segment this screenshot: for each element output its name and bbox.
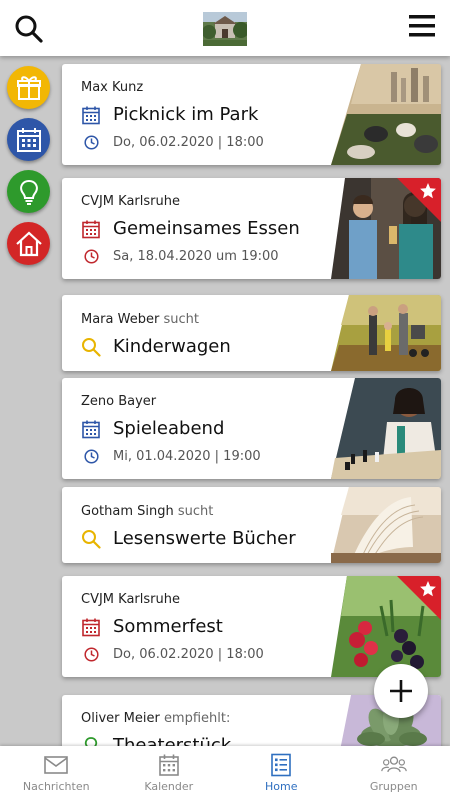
clock-icon	[84, 647, 99, 662]
nav-item-calendar[interactable]: Kalender	[113, 746, 226, 800]
card-author: Zeno Bayer	[81, 394, 157, 409]
clock-icon	[84, 449, 99, 464]
home-icon	[15, 231, 42, 256]
picnic-park-photo	[331, 64, 441, 165]
calendar-icon	[82, 618, 100, 636]
calendar-icon	[82, 106, 100, 124]
nav-label: Nachrichten	[22, 780, 90, 793]
feed-card[interactable]: CVJM Karlsruhe Gemeinsames Essen Sa, 18.…	[62, 178, 441, 279]
card-author: Gotham Singh sucht	[81, 504, 214, 519]
lightbulb-icon	[84, 736, 98, 746]
card-title-row: Sommerfest	[81, 616, 223, 637]
calendar-icon	[82, 420, 100, 438]
card-title: Theaterstück	[113, 735, 232, 746]
card-title-row: Gemeinsames Essen	[81, 218, 300, 239]
card-date-row: Sa, 18.04.2020 um 19:00	[84, 249, 279, 264]
card-date: Sa, 18.04.2020 um 19:00	[113, 249, 279, 264]
feed: Max Kunz Picknick im Park Do, 06.02.2020…	[56, 56, 450, 746]
clock-icon	[84, 249, 99, 264]
card-title: Gemeinsames Essen	[113, 218, 300, 239]
feed-card[interactable]: Gotham Singh sucht Lesenswerte Bücher	[62, 487, 441, 563]
card-title: Sommerfest	[113, 616, 223, 637]
family-stroller-photo	[331, 295, 441, 371]
nav-label: Gruppen	[369, 780, 418, 793]
calendar-icon	[158, 754, 179, 776]
sidebar-item-calendar[interactable]	[7, 118, 50, 161]
add-button[interactable]	[374, 664, 428, 718]
open-book-photo	[331, 487, 441, 563]
gift-icon	[16, 75, 41, 100]
nav-label: Home	[265, 780, 298, 793]
search-icon[interactable]	[14, 14, 44, 44]
card-title: Spieleabend	[113, 418, 225, 439]
plus-icon	[390, 680, 412, 702]
card-date-row: Do, 06.02.2020 | 18:00	[84, 135, 264, 150]
nav-item-groups[interactable]: Gruppen	[338, 746, 450, 800]
clock-icon	[84, 135, 99, 150]
card-date: Do, 06.02.2020 | 18:00	[113, 647, 264, 662]
app-logo[interactable]	[203, 12, 247, 46]
card-title: Kinderwagen	[113, 336, 231, 357]
calendar-icon	[82, 220, 100, 238]
feed-card[interactable]: Max Kunz Picknick im Park Do, 06.02.2020…	[62, 64, 441, 165]
card-date: Do, 06.02.2020 | 18:00	[113, 135, 264, 150]
card-author: CVJM Karlsruhe	[81, 592, 180, 607]
card-date-row: Do, 06.02.2020 | 18:00	[84, 647, 264, 662]
card-title-row: Lesenswerte Bücher	[81, 528, 296, 549]
card-author: Max Kunz	[81, 80, 144, 95]
card-title-row: Theaterstück	[81, 735, 231, 746]
card-date-row: Mi, 01.04.2020 | 19:00	[84, 449, 261, 464]
list-icon	[271, 753, 292, 777]
featured-star-badge	[397, 178, 441, 222]
card-title: Picknick im Park	[113, 104, 259, 125]
card-author: CVJM Karlsruhe	[81, 194, 180, 209]
hamburger-menu-icon[interactable]	[408, 14, 436, 38]
card-title-row: Picknick im Park	[81, 104, 258, 125]
card-title: Lesenswerte Bücher	[113, 528, 296, 549]
sidebar-item-ideas[interactable]	[7, 170, 50, 213]
card-title-row: Kinderwagen	[81, 336, 231, 357]
featured-star-badge	[397, 576, 441, 620]
search-icon	[82, 529, 101, 549]
feed-card[interactable]: Mara Weber sucht Kinderwagen	[62, 295, 441, 371]
card-author: Oliver Meier empfiehlt:	[81, 711, 231, 726]
card-title-row: Spieleabend	[81, 418, 224, 439]
nav-item-messages[interactable]: Nachrichten	[0, 746, 113, 800]
nav-item-home[interactable]: Home	[225, 746, 338, 800]
nav-label: Kalender	[144, 780, 194, 793]
mail-icon	[44, 756, 69, 774]
sidebar-item-gifts[interactable]	[7, 66, 50, 109]
board-game-photo	[331, 378, 441, 479]
feed-card[interactable]: Zeno Bayer Spieleabend Mi, 01.04.2020 | …	[62, 378, 441, 479]
sidebar-item-home[interactable]	[7, 222, 50, 265]
sidebar	[0, 56, 56, 746]
lightbulb-icon	[19, 179, 38, 205]
group-icon	[381, 756, 407, 773]
calendar-icon	[16, 127, 41, 152]
feed-card[interactable]: CVJM Karlsruhe Sommerfest Do, 06.02.2020…	[62, 576, 441, 677]
search-icon	[82, 337, 101, 357]
bottom-navigation: Nachrichten Kalender Home Gruppen	[0, 746, 450, 800]
card-author: Mara Weber sucht	[81, 312, 199, 327]
top-app-bar	[0, 0, 450, 56]
card-date: Mi, 01.04.2020 | 19:00	[113, 449, 261, 464]
